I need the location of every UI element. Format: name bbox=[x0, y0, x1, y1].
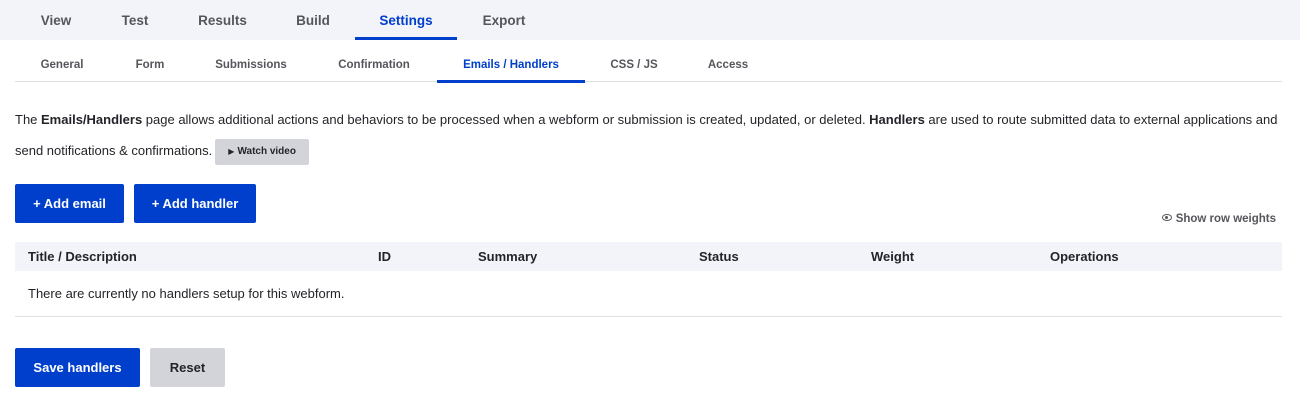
add-email-button[interactable]: + Add email bbox=[15, 184, 124, 223]
column-weight: Weight bbox=[871, 249, 915, 264]
eye-icon bbox=[1161, 214, 1172, 222]
tab-results[interactable]: Results bbox=[180, 0, 265, 40]
description-emphasis-emails-handlers: Emails/Handlers bbox=[41, 112, 143, 127]
description-text: page allows additional actions and behav… bbox=[142, 112, 870, 127]
column-status: Status bbox=[699, 249, 739, 264]
primary-tabs: View Test Results Build Settings Export bbox=[0, 0, 1300, 40]
secondary-tabs: General Form Submissions Confirmation Em… bbox=[15, 50, 1282, 83]
subtab-general[interactable]: General bbox=[25, 50, 99, 82]
table-header: Title / Description ID Summary Status We… bbox=[15, 242, 1282, 271]
description-emphasis-handlers: Handlers bbox=[869, 112, 925, 127]
description-text: The bbox=[15, 112, 42, 127]
tab-build[interactable]: Build bbox=[276, 0, 350, 40]
empty-table-message: There are currently no handlers setup fo… bbox=[28, 286, 345, 301]
column-operations: Operations bbox=[1050, 249, 1119, 264]
subtab-css-js[interactable]: CSS / JS bbox=[599, 50, 669, 82]
subtab-access[interactable]: Access bbox=[693, 50, 763, 82]
column-summary: Summary bbox=[478, 249, 538, 264]
subtab-confirmation[interactable]: Confirmation bbox=[321, 50, 427, 82]
show-row-weights-link[interactable]: Show row weights bbox=[1161, 213, 1276, 225]
subtab-submissions[interactable]: Submissions bbox=[203, 50, 299, 82]
tab-export[interactable]: Export bbox=[466, 0, 542, 40]
subtab-form[interactable]: Form bbox=[119, 50, 181, 82]
show-row-weights-label: Show row weights bbox=[1175, 213, 1276, 225]
handlers-table: Title / Description ID Summary Status We… bbox=[15, 242, 1282, 317]
table-row: There are currently no handlers setup fo… bbox=[15, 271, 1282, 317]
tab-view[interactable]: View bbox=[18, 0, 94, 40]
save-handlers-button[interactable]: Save handlers bbox=[15, 348, 140, 387]
subtab-emails-handlers[interactable]: Emails / Handlers bbox=[437, 50, 585, 83]
column-id: ID bbox=[378, 249, 391, 264]
play-icon: ▶ bbox=[228, 146, 235, 156]
reset-button[interactable]: Reset bbox=[150, 348, 225, 387]
watch-video-label: Watch video bbox=[237, 145, 296, 157]
page-description: The Emails/Handlers page allows addition… bbox=[15, 104, 1285, 166]
watch-video-button[interactable]: ▶ Watch video bbox=[215, 138, 309, 165]
tab-settings[interactable]: Settings bbox=[355, 0, 457, 40]
column-title-description: Title / Description bbox=[28, 249, 137, 264]
tab-test[interactable]: Test bbox=[100, 0, 170, 40]
add-handler-button[interactable]: + Add handler bbox=[134, 184, 256, 223]
